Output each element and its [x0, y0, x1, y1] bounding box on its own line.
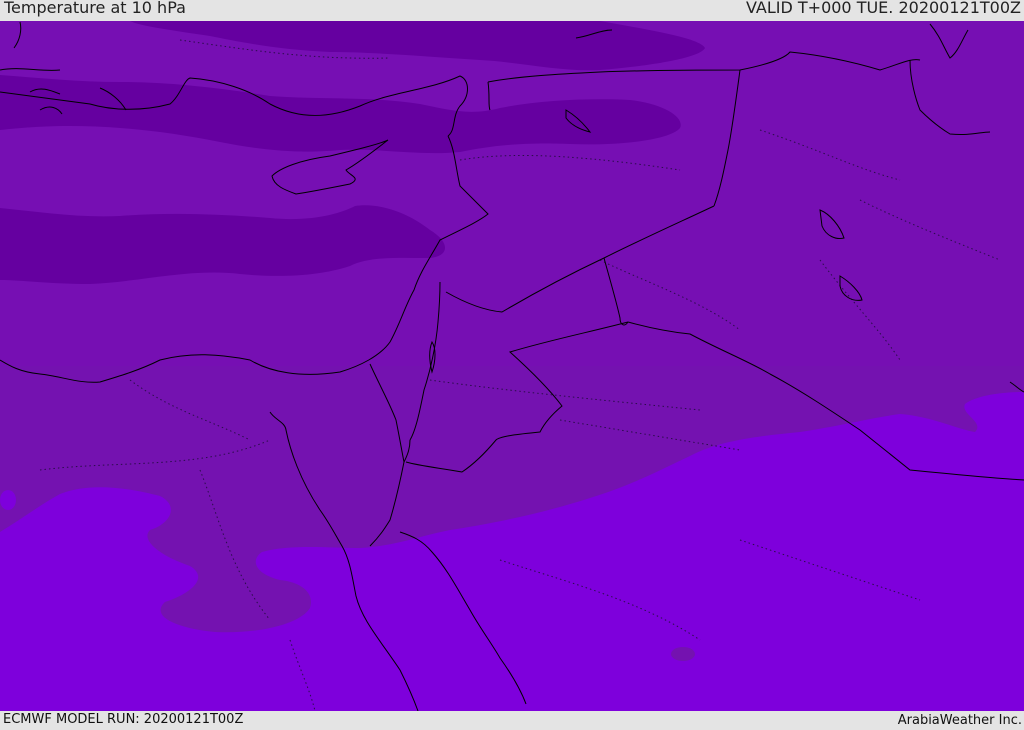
valid-time-label: VALID T+000 TUE. 20200121T00Z: [745, 0, 1021, 17]
map-canvas: [0, 21, 1024, 711]
map-title: Temperature at 10 hPa: [4, 0, 186, 17]
footer-bar: ECMWF MODEL RUN: 20200121T00Z ArabiaWeat…: [0, 711, 1024, 729]
header-bar: Temperature at 10 hPa VALID T+000 TUE. 2…: [0, 0, 1024, 21]
mid-patch: [671, 647, 695, 661]
credit-label: ArabiaWeather Inc.: [897, 713, 1022, 728]
model-run-label: ECMWF MODEL RUN: 20200121T00Z: [3, 712, 244, 727]
weather-map[interactable]: [0, 21, 1024, 711]
warm-patch-west: [0, 490, 16, 510]
